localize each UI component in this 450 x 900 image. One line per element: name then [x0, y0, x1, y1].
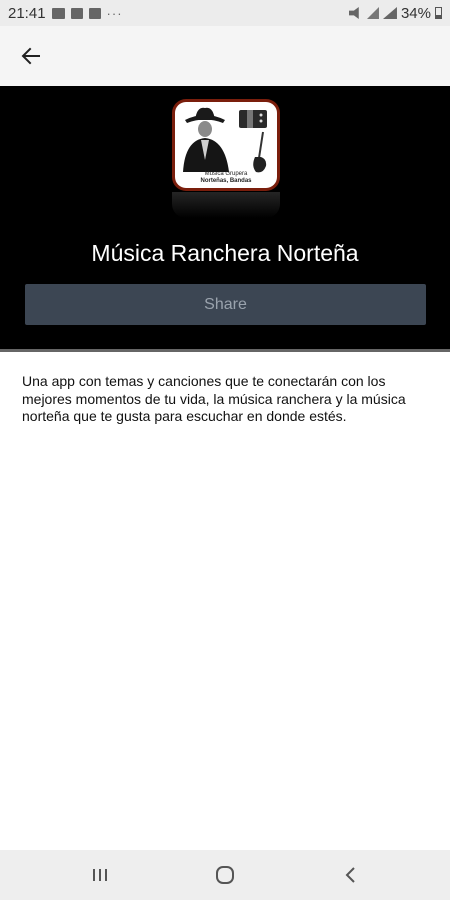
- back-chevron-icon: [345, 867, 355, 883]
- signal-icon: [382, 7, 397, 19]
- mute-icon: [348, 7, 359, 19]
- arrow-left-icon: [21, 47, 40, 65]
- status-time: 21:41: [8, 4, 46, 22]
- app-bar: [0, 26, 450, 86]
- share-button[interactable]: Share: [25, 284, 426, 325]
- home-button[interactable]: [211, 862, 239, 888]
- back-button[interactable]: [9, 34, 53, 78]
- app-icon-caption: Música Grupera Norteñas, Bandas: [175, 171, 277, 185]
- nav-back-button[interactable]: [337, 862, 365, 888]
- app-icon-reflection: [172, 192, 280, 218]
- app-icon-caption-line2: Norteñas, Bandas: [200, 178, 252, 184]
- home-icon: [216, 866, 234, 884]
- app-icon-caption-line1: Música Grupera: [204, 171, 248, 177]
- recent-apps-button[interactable]: [86, 862, 114, 888]
- battery-icon: [435, 7, 442, 19]
- app-description: Una app con temas y canciones que te con…: [22, 373, 406, 424]
- app-hero: Música Grupera Norteñas, Bandas Música R…: [0, 86, 450, 349]
- battery-percent: 34%: [400, 4, 431, 22]
- more-notifications-icon: ···: [106, 5, 123, 21]
- status-right: 34%: [348, 4, 442, 22]
- wifi-icon: [366, 7, 379, 19]
- gallery-notification-icon: [51, 7, 65, 19]
- app-icon-artwork: Música Grupera Norteñas, Bandas: [175, 102, 277, 188]
- status-bar: 21:41 ··· 34%: [0, 0, 450, 26]
- app-title: Música Ranchera Norteña: [91, 240, 359, 266]
- app-icon: Música Grupera Norteñas, Bandas: [172, 99, 280, 191]
- hero-divider: [0, 349, 450, 352]
- facebook-notification-icon: [88, 7, 101, 19]
- system-nav-bar: [0, 850, 450, 900]
- status-left: 21:41 ···: [8, 5, 123, 22]
- recent-apps-icon: [93, 869, 107, 881]
- alert-notification-icon: [70, 7, 83, 19]
